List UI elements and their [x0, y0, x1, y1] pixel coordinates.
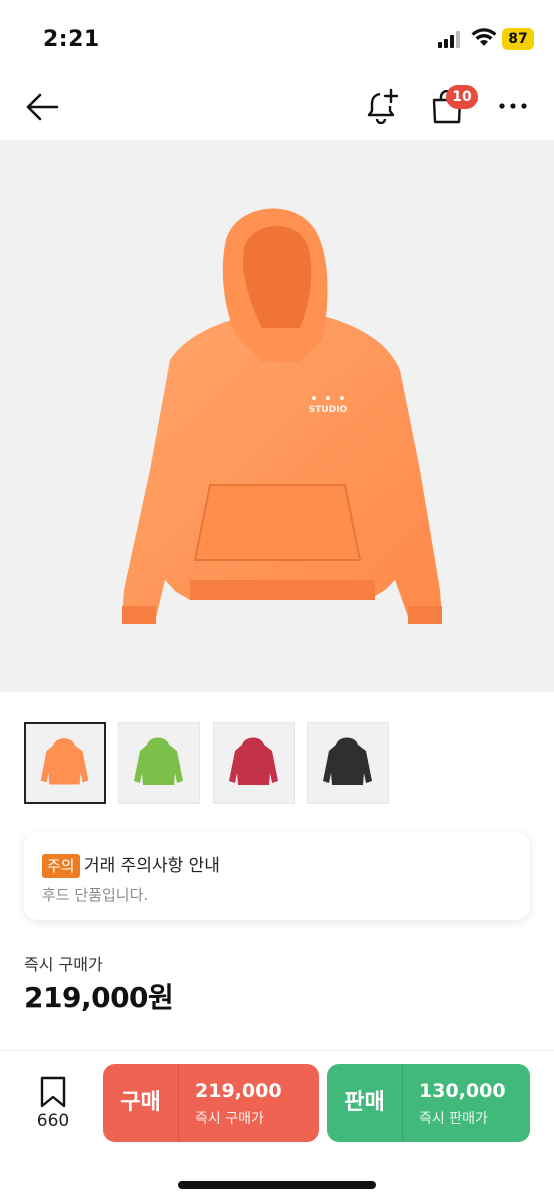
svg-text:STUDIO: STUDIO — [309, 405, 348, 415]
more-icon[interactable] — [498, 94, 528, 118]
buy-button[interactable]: 구매 219,000 즉시 구매가 — [103, 1064, 319, 1142]
bookmark-icon — [40, 1076, 66, 1108]
nav-bar: 10 — [0, 72, 554, 140]
product-image[interactable]: STUDIO — [0, 140, 554, 692]
wifi-icon — [471, 28, 497, 46]
buy-button-label: 구매 — [103, 1064, 179, 1142]
price-value: 219,000원 — [24, 981, 174, 1014]
notice-tag: 주의 — [42, 854, 80, 878]
sell-button-subtext: 즉시 판매가 — [419, 1111, 488, 1127]
notice-description: 후드 단품입니다. — [42, 886, 149, 904]
notice-title: 거래 주의사항 안내 — [84, 856, 220, 876]
home-indicator — [178, 1181, 376, 1189]
buy-button-price: 219,000 — [195, 1080, 282, 1102]
bottom-action-bar: 660 구매 219,000 즉시 구매가 판매 130,000 즉시 판매가 — [0, 1050, 554, 1200]
price-label: 즉시 구매가 — [24, 955, 103, 974]
sell-button[interactable]: 판매 130,000 즉시 판매가 — [327, 1064, 530, 1142]
back-arrow-icon[interactable] — [24, 92, 60, 122]
cart-count-badge: 10 — [446, 85, 478, 109]
hoodie-image: STUDIO — [122, 208, 442, 624]
wishlist-count: 660 — [36, 1111, 70, 1131]
status-time: 2:21 — [43, 27, 100, 52]
thumbnail-strip — [24, 722, 534, 806]
thumbnail-green[interactable] — [118, 722, 200, 804]
thumbnail-red[interactable] — [213, 722, 295, 804]
status-bar: 2:21 87 — [0, 0, 554, 72]
bell-plus-icon[interactable] — [366, 88, 400, 124]
wishlist-button[interactable]: 660 — [28, 1075, 78, 1135]
trade-notice-card[interactable]: 주의 거래 주의사항 안내 후드 단품입니다. — [24, 832, 530, 920]
sell-button-label: 판매 — [327, 1064, 403, 1142]
thumbnail-orange[interactable] — [24, 722, 106, 804]
sell-button-price: 130,000 — [419, 1080, 506, 1102]
signal-icon — [438, 30, 464, 48]
buy-button-subtext: 즉시 구매가 — [195, 1111, 264, 1127]
thumbnail-charcoal[interactable] — [307, 722, 389, 804]
battery-indicator: 87 — [502, 28, 534, 50]
